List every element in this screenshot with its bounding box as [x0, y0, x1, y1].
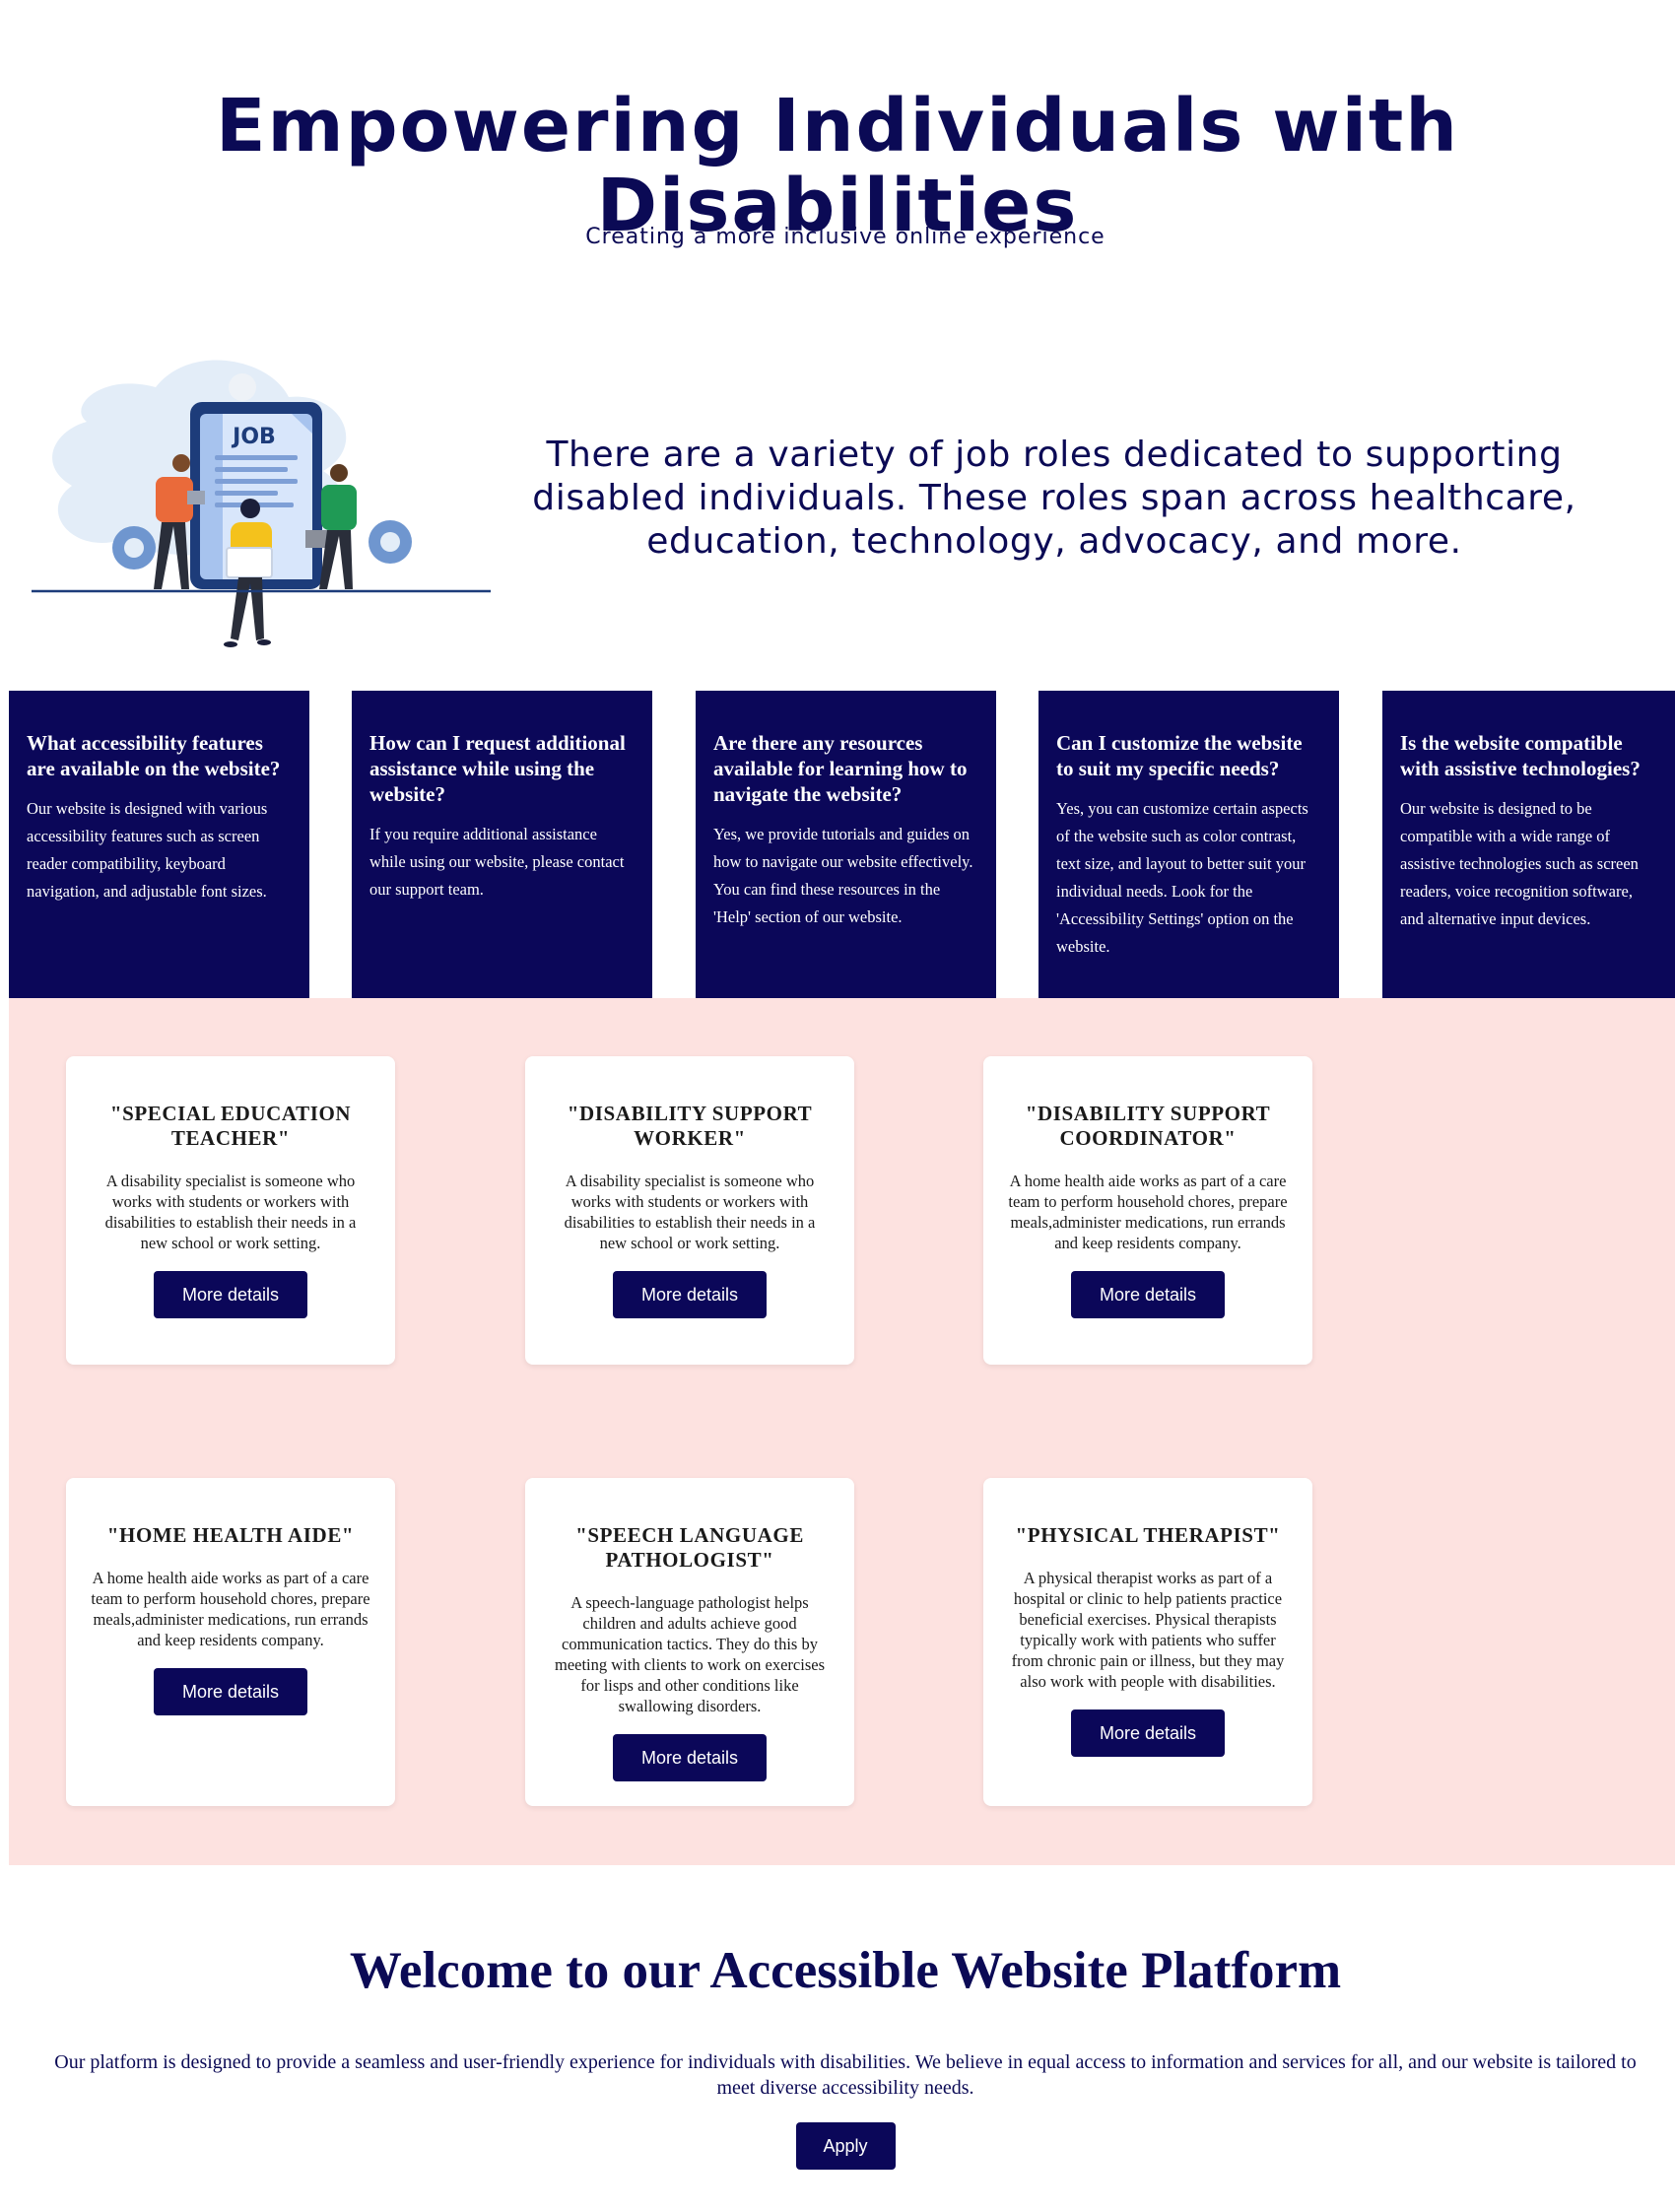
job-title: "DISABILITY SUPPORT WORKER"	[567, 1102, 813, 1150]
faq-question: Can I customize the website to suit my s…	[1056, 731, 1303, 780]
faq-question: How can I request additional assistance …	[369, 731, 626, 806]
welcome-text: Our platform is designed to provide a se…	[54, 2051, 1637, 2099]
faq-question: Are there any resources available for le…	[713, 731, 968, 806]
more-details-button[interactable]: More details	[154, 1271, 307, 1318]
faq-card: Is the website compatible with assistive…	[1382, 691, 1675, 998]
more-details-button[interactable]: More details	[1071, 1271, 1225, 1318]
job-description: A disability specialist is someone who w…	[564, 1172, 816, 1252]
job-title: "SPECIAL EDUCATION TEACHER"	[109, 1102, 352, 1150]
job-title: "HOME HEALTH AIDE"	[106, 1523, 355, 1547]
job-search-illustration: JOB	[32, 360, 491, 647]
faq-question: What accessibility features are availabl…	[27, 731, 281, 780]
job-description: A physical therapist works as part of a …	[1011, 1569, 1285, 1691]
job-description: A home health aide works as part of a ca…	[91, 1569, 370, 1649]
job-title: "PHYSICAL THERAPIST"	[1015, 1523, 1281, 1547]
faq-section: What accessibility features are availabl…	[9, 691, 1675, 998]
faq-answer: If you require additional assistance whi…	[369, 825, 625, 899]
faq-card: What accessibility features are availabl…	[9, 691, 309, 998]
job-card: "DISABILITY SUPPORT COORDINATOR" A home …	[983, 1056, 1312, 1365]
job-title: "SPEECH LANGUAGE PATHOLOGIST"	[575, 1523, 804, 1572]
gear-icon	[229, 373, 256, 401]
welcome-title: Welcome to our Accessible Website Platfo…	[349, 1942, 1342, 1999]
more-details-button[interactable]: More details	[154, 1668, 307, 1715]
more-details-button[interactable]: More details	[613, 1271, 767, 1318]
job-card: "SPECIAL EDUCATION TEACHER" A disability…	[66, 1056, 395, 1365]
faq-question: Is the website compatible with assistive…	[1400, 731, 1641, 780]
faq-answer: Our website is designed with various acc…	[27, 799, 268, 901]
intro-text: There are a variety of job roles dedicat…	[532, 435, 1576, 562]
job-card: "DISABILITY SUPPORT WORKER" A disability…	[525, 1056, 854, 1365]
job-title: "DISABILITY SUPPORT COORDINATOR"	[1025, 1102, 1271, 1150]
faq-answer: Yes, we provide tutorials and guides on …	[713, 825, 973, 926]
more-details-button[interactable]: More details	[613, 1734, 767, 1781]
page-subtitle: Creating a more inclusive online experie…	[585, 225, 1106, 249]
job-description: A speech-language pathologist helps chil…	[554, 1593, 825, 1715]
apply-container: Apply	[0, 2122, 1675, 2170]
job-roles-section: "SPECIAL EDUCATION TEACHER" A disability…	[9, 998, 1675, 1865]
more-details-button[interactable]: More details	[1071, 1709, 1225, 1757]
faq-answer: Yes, you can customize certain aspects o…	[1056, 799, 1308, 956]
job-description: A home health aide works as part of a ca…	[1008, 1172, 1288, 1252]
faq-card: How can I request additional assistance …	[352, 691, 652, 998]
faq-answer: Our website is designed to be compatible…	[1400, 799, 1639, 928]
job-sign-text: JOB	[231, 425, 276, 449]
job-card: "HOME HEALTH AIDE" A home health aide wo…	[66, 1478, 395, 1806]
job-description: A disability specialist is someone who w…	[104, 1172, 357, 1252]
faq-card: Are there any resources available for le…	[696, 691, 996, 998]
job-card: "SPEECH LANGUAGE PATHOLOGIST" A speech-l…	[525, 1478, 854, 1806]
job-card: "PHYSICAL THERAPIST" A physical therapis…	[983, 1478, 1312, 1806]
apply-button[interactable]: Apply	[795, 2122, 896, 2170]
page-title: Empowering Individuals with Disabilities	[216, 84, 1459, 249]
faq-card: Can I customize the website to suit my s…	[1038, 691, 1339, 998]
